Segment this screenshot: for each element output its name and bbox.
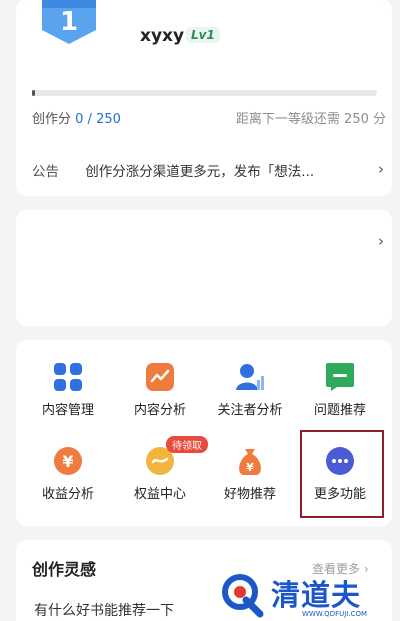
question-bubble-icon: [325, 362, 355, 392]
trend-chart-icon: [145, 362, 175, 392]
function-good-recommend[interactable]: ¥ 好物推荐: [204, 446, 296, 502]
function-question-recommend[interactable]: 问题推荐: [294, 362, 386, 418]
function-label: 内容管理: [41, 403, 94, 418]
function-label: 好物推荐: [223, 487, 276, 502]
function-label: 收益分析: [41, 487, 94, 502]
score-label: 创作分 0 / 250: [32, 108, 121, 127]
function-label: 内容分析: [133, 403, 186, 418]
watermark: 清道夫 WWW.QDFUJI.COM: [216, 572, 400, 621]
pending-claim-badge: 待领取: [166, 436, 208, 453]
function-rights-center[interactable]: 待领取 权益中心: [114, 436, 208, 502]
next-level-text: 距离下一等级还需 250 分: [235, 112, 386, 127]
grid-icon: [53, 362, 83, 392]
money-bag-icon: ¥: [235, 446, 265, 476]
watermark-logo-icon: [216, 572, 268, 618]
level-progress-fill: [32, 90, 35, 96]
notice-tag: 公告: [32, 164, 59, 180]
inspiration-item[interactable]: 有什么好书能推荐一下: [34, 600, 174, 620]
level-number: 1: [60, 7, 78, 37]
function-content-analysis[interactable]: 内容分析: [114, 362, 206, 418]
function-label: 权益中心: [133, 487, 186, 502]
inspiration-title: 创作灵感: [32, 560, 97, 579]
svg-text:¥: ¥: [246, 461, 254, 474]
username[interactable]: xyxy: [140, 26, 184, 46]
notice-row[interactable]: 公告 创作分涨分渠道更多元，发布「想法...: [32, 160, 377, 180]
function-content-management[interactable]: 内容管理: [22, 362, 114, 418]
svg-text:¥: ¥: [62, 452, 73, 471]
level-badge-icon: 1: [38, 0, 100, 44]
level-progress-bar: [32, 90, 377, 96]
watermark-text: 清道夫: [271, 578, 362, 612]
banner-chevron-icon[interactable]: ›: [378, 232, 384, 250]
function-label: 问题推荐: [313, 403, 366, 418]
watermark-url: WWW.QDFUJI.COM: [302, 610, 368, 618]
score-value: 0 / 250: [75, 112, 121, 127]
level-tag: Lv1: [186, 27, 220, 43]
banner-card[interactable]: [16, 210, 392, 326]
function-follower-analysis[interactable]: 关注者分析: [204, 362, 296, 418]
score-label-text: 创作分: [32, 112, 72, 127]
notice-text: 创作分涨分渠道更多元，发布「想法...: [85, 164, 315, 180]
notice-chevron-icon[interactable]: ›: [378, 160, 384, 178]
function-label: 关注者分析: [217, 403, 283, 418]
more-features-highlight-box: [300, 430, 384, 518]
function-income-analysis[interactable]: ¥ 收益分析: [22, 446, 114, 502]
follower-chart-icon: [235, 362, 265, 392]
yen-coin-icon: ¥: [53, 446, 83, 476]
